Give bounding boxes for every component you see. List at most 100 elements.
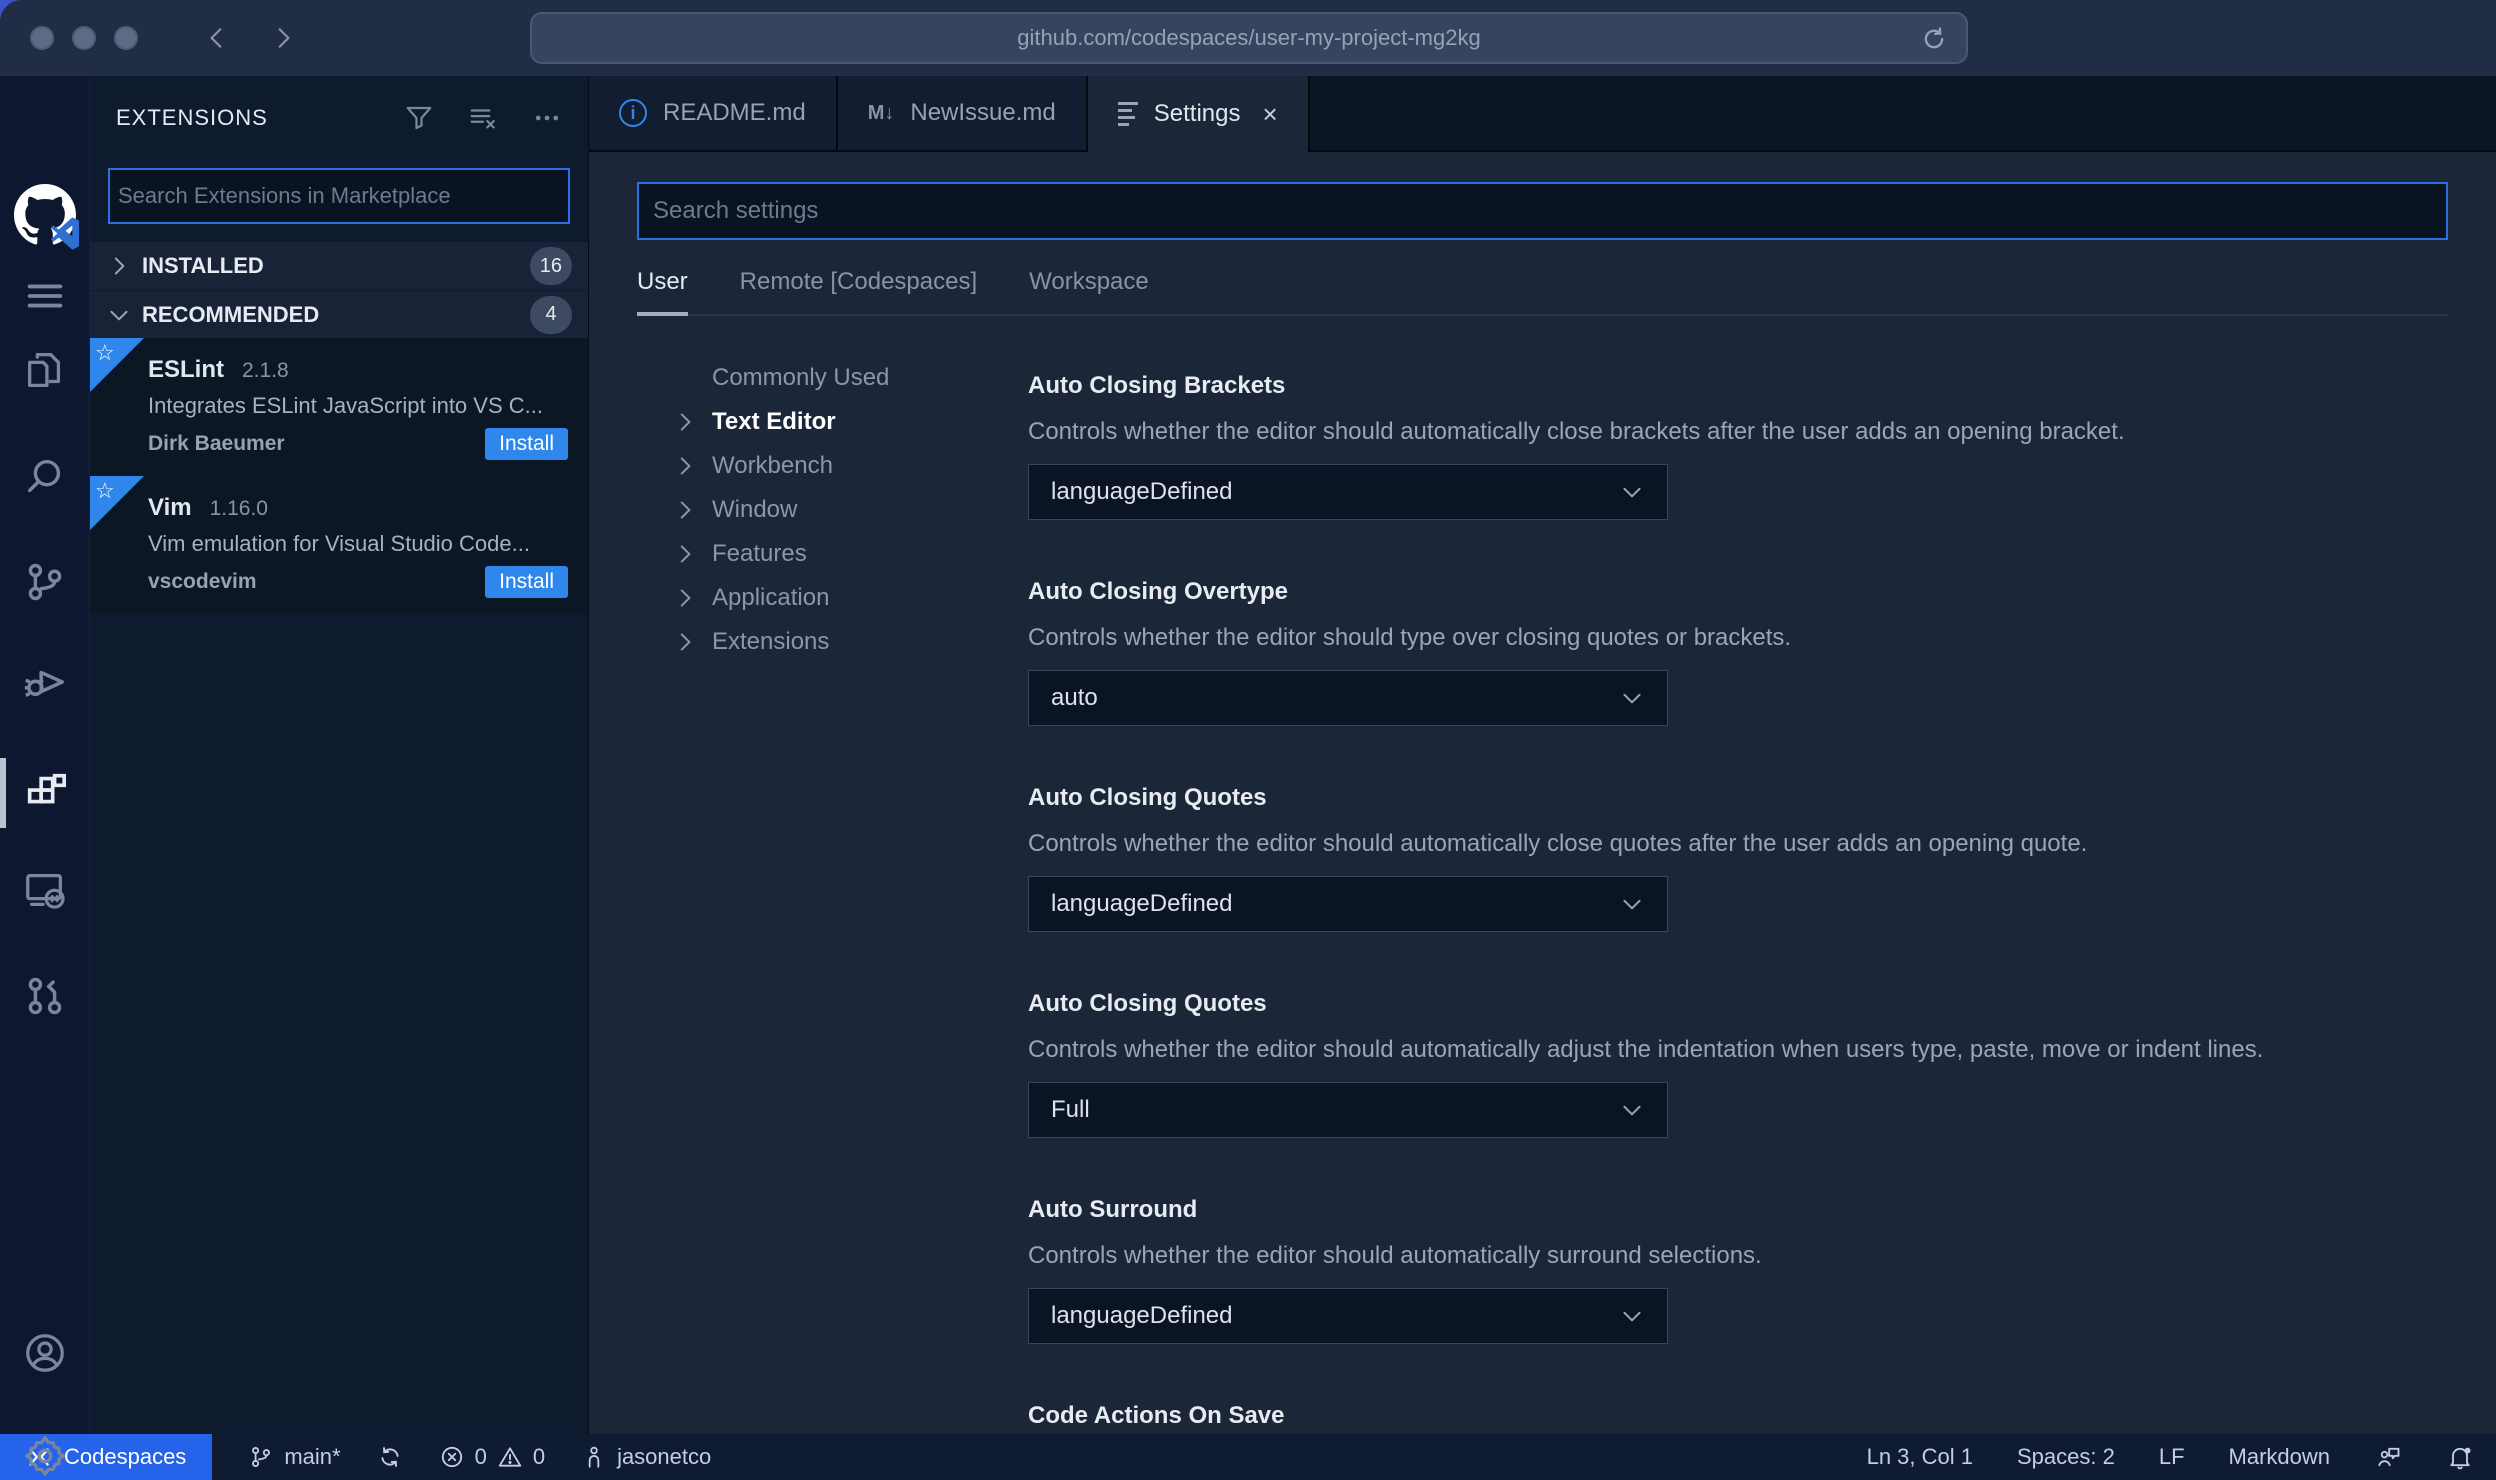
tab-readme[interactable]: i README.md xyxy=(589,76,838,150)
cursor-position[interactable]: Ln 3, Col 1 xyxy=(1867,1444,1973,1470)
settings-search-input[interactable] xyxy=(639,197,2446,225)
branch-name: main* xyxy=(284,1444,341,1469)
account-icon[interactable] xyxy=(0,1309,90,1397)
extensions-icon[interactable] xyxy=(0,748,90,836)
tree-item-application[interactable]: Application xyxy=(672,576,1028,620)
settings-list-icon xyxy=(1117,102,1138,126)
chevron-down-icon xyxy=(1623,693,1641,704)
setting-dropdown[interactable]: Full xyxy=(1028,1082,1668,1138)
chevron-right-icon xyxy=(680,633,691,651)
back-icon[interactable] xyxy=(204,25,230,51)
tree-item-text-editor[interactable]: Text Editor xyxy=(672,400,1028,444)
tree-item-label: Commonly Used xyxy=(712,364,890,391)
settings-entries: Auto Closing Brackets Controls whether t… xyxy=(1028,356,2448,1434)
setting-title: Auto Closing Quotes xyxy=(1028,990,1267,1017)
installed-count-badge: 16 xyxy=(529,247,572,285)
setting-dropdown[interactable]: auto xyxy=(1028,670,1668,726)
tree-item-label: Extensions xyxy=(712,628,830,655)
sidebar-title: EXTENSIONS xyxy=(116,105,268,130)
pull-request-icon[interactable] xyxy=(0,952,90,1040)
tab-settings[interactable]: Settings × xyxy=(1087,76,1310,152)
install-button[interactable]: Install xyxy=(485,428,568,460)
settings-tree: Commonly Used Text Editor Workbench Wind… xyxy=(637,356,1028,1434)
problems-status[interactable]: 0 0 xyxy=(439,1444,546,1470)
extension-name: ESLint xyxy=(148,356,224,383)
tab-label: Settings xyxy=(1153,100,1241,127)
setting-description: Controls whether the editor should autom… xyxy=(1028,1036,2264,1063)
setting-title: Auto Surround xyxy=(1028,1196,1198,1223)
dropdown-value: languageDefined xyxy=(1051,890,1233,917)
run-debug-icon[interactable] xyxy=(0,638,90,726)
scope-tab-workspace[interactable]: Workspace xyxy=(1029,268,1149,296)
warnings-count: 0 xyxy=(532,1444,546,1469)
setting-dropdown[interactable]: languageDefined xyxy=(1028,876,1668,932)
star-icon: ☆ xyxy=(95,340,115,365)
user-status[interactable]: jasonetco xyxy=(581,1444,711,1470)
extensions-search-input[interactable] xyxy=(110,183,568,209)
indentation[interactable]: Spaces: 2 xyxy=(2017,1444,2115,1470)
reload-icon[interactable] xyxy=(1920,25,1948,53)
forward-icon[interactable] xyxy=(270,25,296,51)
tab-newissue[interactable]: M↓ NewIssue.md xyxy=(837,76,1088,150)
language-mode[interactable]: Markdown xyxy=(2229,1444,2330,1470)
explorer-icon[interactable] xyxy=(0,326,90,414)
section-label: RECOMMENDED xyxy=(142,301,320,327)
filter-icon[interactable] xyxy=(404,103,434,133)
setting-entry: Auto Closing Quotes Controls whether the… xyxy=(1028,782,2448,932)
scope-tab-user[interactable]: User xyxy=(637,268,688,316)
section-installed[interactable]: INSTALLED 16 xyxy=(90,242,588,290)
window-zoom-button[interactable] xyxy=(114,26,138,50)
settings-search-box xyxy=(637,182,2448,240)
tree-item-features[interactable]: Features xyxy=(672,532,1028,576)
status-bar: Codespaces main* 0 0 jasonetco Ln 3, Col… xyxy=(0,1434,2496,1480)
feedback-icon[interactable] xyxy=(2374,1443,2402,1471)
errors-icon xyxy=(441,1446,462,1468)
chevron-down-icon xyxy=(1623,1311,1641,1322)
extension-list-item[interactable]: ☆ ESLint 2.1.8 Integrates ESLint JavaScr… xyxy=(90,338,588,476)
more-actions-icon[interactable] xyxy=(532,103,562,133)
eol-sequence[interactable]: LF xyxy=(2159,1444,2185,1470)
markdown-icon: M↓ xyxy=(867,101,895,124)
bell-icon[interactable] xyxy=(2446,1443,2474,1471)
tab-label: README.md xyxy=(663,99,806,126)
extensions-search-box xyxy=(108,168,570,224)
tree-item-commonly-used[interactable]: Commonly Used xyxy=(672,356,1028,400)
sync-status[interactable] xyxy=(377,1444,403,1470)
activity-bar xyxy=(0,76,90,1476)
branch-status[interactable]: main* xyxy=(248,1444,341,1470)
vscode-logo-icon xyxy=(50,217,80,250)
extension-list-item[interactable]: ☆ Vim 1.16.0 Vim emulation for Visual St… xyxy=(90,476,588,614)
remote-explorer-icon[interactable] xyxy=(0,847,90,935)
tree-item-window[interactable]: Window xyxy=(672,488,1028,532)
dropdown-value: auto xyxy=(1051,684,1098,711)
recommended-count-badge: 4 xyxy=(530,295,572,334)
close-icon[interactable]: × xyxy=(1262,99,1277,130)
section-label: INSTALLED xyxy=(142,253,264,278)
extension-description: Integrates ESLint JavaScript into VS C..… xyxy=(148,393,543,418)
tree-item-extensions[interactable]: Extensions xyxy=(672,620,1028,664)
scope-tab-remote[interactable]: Remote [Codespaces] xyxy=(740,268,977,296)
setting-dropdown[interactable]: languageDefined xyxy=(1028,1288,1668,1344)
window-minimize-button[interactable] xyxy=(72,26,96,50)
setting-dropdown[interactable]: languageDefined xyxy=(1028,464,1668,520)
source-control-icon[interactable] xyxy=(0,538,90,626)
setting-entry: Auto Surround Controls whether the edito… xyxy=(1028,1194,2448,1344)
chevron-right-icon xyxy=(680,545,691,563)
setting-title: Auto Closing Brackets xyxy=(1028,372,1286,399)
settings-gear-icon[interactable] xyxy=(0,1412,90,1480)
address-bar[interactable]: github.com/codespaces/user-my-project-mg… xyxy=(530,12,1968,64)
chevron-down-icon xyxy=(1623,487,1641,498)
search-icon[interactable] xyxy=(0,433,90,521)
dropdown-value: languageDefined xyxy=(1051,1302,1233,1329)
url-text: github.com/codespaces/user-my-project-mg… xyxy=(1017,25,1481,50)
install-button[interactable]: Install xyxy=(485,566,568,598)
tab-bar: i README.md M↓ NewIssue.md Settings × xyxy=(589,76,2496,152)
window-close-button[interactable] xyxy=(30,26,54,50)
user-name: jasonetco xyxy=(617,1444,712,1469)
section-recommended[interactable]: RECOMMENDED 4 xyxy=(90,290,588,338)
active-view-indicator xyxy=(0,758,6,828)
setting-description: Controls whether the editor should type … xyxy=(1028,624,1792,651)
clear-list-icon[interactable] xyxy=(468,103,498,133)
tree-item-workbench[interactable]: Workbench xyxy=(672,444,1028,488)
window-controls[interactable] xyxy=(30,26,138,50)
